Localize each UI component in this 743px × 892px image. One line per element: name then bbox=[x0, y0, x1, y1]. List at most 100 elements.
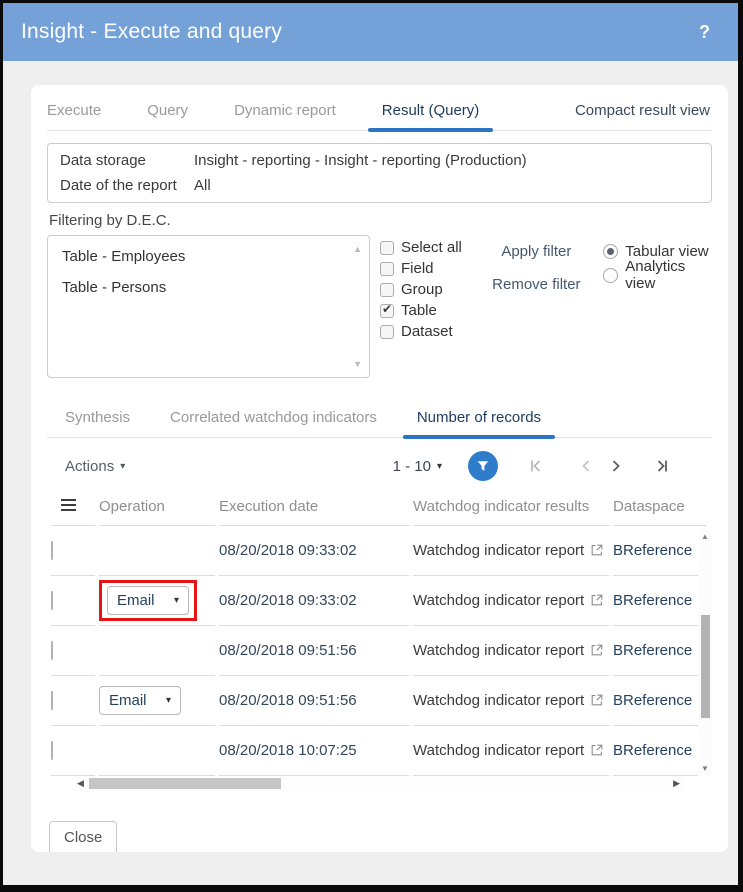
remove-filter-link[interactable]: Remove filter bbox=[491, 276, 581, 293]
checkbox-table[interactable]: Table bbox=[380, 300, 475, 321]
results-table: Operation Execution date Watchdog indica… bbox=[47, 492, 710, 776]
row-checkbox[interactable] bbox=[51, 541, 53, 560]
scroll-up-icon[interactable]: ▲ bbox=[701, 532, 709, 542]
filter-actions: Apply filter Remove filter bbox=[491, 235, 581, 378]
dec-filter-listbox[interactable]: Table - Employees Table - Persons ▲ ▼ bbox=[47, 235, 370, 378]
checkbox-dataset[interactable]: Dataset bbox=[380, 321, 475, 342]
scroll-left-icon[interactable]: ◀ bbox=[77, 778, 84, 789]
radio-selected-icon[interactable] bbox=[603, 244, 618, 259]
operation-cell bbox=[99, 726, 215, 776]
row-checkbox[interactable] bbox=[51, 691, 53, 710]
apply-filter-link[interactable]: Apply filter bbox=[491, 243, 581, 260]
page-title: Insight - Execute and query bbox=[21, 20, 282, 44]
help-icon[interactable]: ? bbox=[699, 22, 710, 43]
external-link-icon[interactable] bbox=[591, 694, 603, 706]
last-page-button[interactable] bbox=[654, 458, 670, 474]
checkbox-label: Field bbox=[401, 260, 434, 277]
watchdog-report-link[interactable]: Watchdog indicator report bbox=[413, 542, 584, 559]
filtering-section: Table - Employees Table - Persons ▲ ▼ Se… bbox=[47, 235, 712, 378]
dataspace-cell: BReference bbox=[613, 576, 706, 626]
watchdog-cell: Watchdog indicator report bbox=[413, 676, 609, 726]
scroll-down-icon[interactable]: ▼ bbox=[353, 359, 362, 369]
vertical-scrollbar[interactable]: ▲ ▼ bbox=[698, 530, 712, 777]
dataspace-cell: BReference bbox=[613, 726, 706, 776]
watchdog-report-link[interactable]: Watchdog indicator report bbox=[413, 692, 584, 709]
operation-cell: Email ▾ bbox=[99, 576, 215, 626]
operation-select[interactable]: Email ▾ bbox=[107, 586, 189, 615]
execution-date-cell: 08/20/2018 09:51:56 bbox=[219, 626, 409, 676]
column-header-execution-date[interactable]: Execution date bbox=[219, 492, 409, 526]
table-header-row: Operation Execution date Watchdog indica… bbox=[51, 492, 706, 526]
tab-correlated-watchdog-indicators[interactable]: Correlated watchdog indicators bbox=[170, 409, 377, 426]
horizontal-scrollbar-thumb[interactable] bbox=[89, 778, 281, 789]
top-tab-bar: Execute Query Dynamic report Result (Que… bbox=[47, 91, 712, 131]
checkbox-icon[interactable] bbox=[380, 262, 394, 276]
close-button[interactable]: Close bbox=[49, 821, 117, 852]
table-row: 08/20/2018 09:51:56 Watchdog indicator r… bbox=[51, 626, 706, 676]
external-link-icon[interactable] bbox=[591, 644, 603, 656]
last-page-icon bbox=[654, 458, 670, 474]
operation-select[interactable]: Email ▾ bbox=[99, 686, 181, 715]
info-row-data-storage: Data storage Insight - reporting - Insig… bbox=[60, 148, 699, 173]
watchdog-report-link[interactable]: Watchdog indicator report bbox=[413, 742, 584, 759]
tab-query[interactable]: Query bbox=[147, 102, 188, 119]
table-toolbar: Actions ▾ 1 - 10 ▾ bbox=[47, 446, 712, 486]
red-highlight-box: Email ▾ bbox=[99, 580, 197, 621]
execution-date-cell: 08/20/2018 09:33:02 bbox=[219, 526, 409, 576]
main-panel: Execute Query Dynamic report Result (Que… bbox=[31, 85, 728, 852]
operation-select-value: Email bbox=[109, 692, 147, 709]
tab-synthesis[interactable]: Synthesis bbox=[65, 409, 130, 426]
checkbox-icon[interactable] bbox=[380, 283, 394, 297]
previous-page-button[interactable] bbox=[578, 458, 594, 474]
tab-dynamic-report[interactable]: Dynamic report bbox=[234, 102, 336, 119]
checkbox-group[interactable]: Group bbox=[380, 279, 475, 300]
record-range-label: 1 - 10 bbox=[393, 458, 431, 475]
record-range-dropdown[interactable]: 1 - 10 ▾ bbox=[393, 458, 442, 475]
row-checkbox[interactable] bbox=[51, 741, 53, 760]
external-link-icon[interactable] bbox=[591, 594, 603, 606]
checkbox-checked-icon[interactable] bbox=[380, 304, 394, 318]
hamburger-menu-icon[interactable] bbox=[61, 496, 76, 514]
info-row-report-date: Date of the report All bbox=[60, 173, 699, 198]
checkbox-icon[interactable] bbox=[380, 325, 394, 339]
checkbox-select-all[interactable]: Select all bbox=[380, 237, 475, 258]
view-mode-group: Tabular view Analytics view bbox=[603, 235, 712, 378]
row-checkbox[interactable] bbox=[51, 641, 53, 660]
vertical-scrollbar-thumb[interactable] bbox=[701, 615, 710, 718]
external-link-icon[interactable] bbox=[591, 744, 603, 756]
filter-funnel-button[interactable] bbox=[468, 451, 498, 481]
watchdog-report-link[interactable]: Watchdog indicator report bbox=[413, 642, 584, 659]
tab-number-of-records[interactable]: Number of records bbox=[417, 409, 541, 426]
actions-dropdown[interactable]: Actions ▾ bbox=[65, 458, 125, 475]
column-header-watchdog[interactable]: Watchdog indicator results bbox=[413, 492, 609, 526]
compact-result-view-link[interactable]: Compact result view bbox=[575, 102, 710, 119]
radio-label: Analytics view bbox=[625, 258, 712, 292]
external-link-icon[interactable] bbox=[591, 544, 603, 556]
column-header-operation[interactable]: Operation bbox=[99, 492, 215, 526]
radio-analytics-view[interactable]: Analytics view bbox=[603, 263, 712, 287]
column-header-dataspace[interactable]: Dataspace bbox=[613, 492, 706, 526]
dialog-window: Insight - Execute and query ? Execute Qu… bbox=[0, 0, 743, 892]
radio-icon[interactable] bbox=[603, 268, 618, 283]
list-item[interactable]: Table - Persons bbox=[62, 279, 343, 296]
chevron-down-icon: ▾ bbox=[437, 461, 442, 472]
tab-execute[interactable]: Execute bbox=[47, 102, 101, 119]
checkbox-label: Group bbox=[401, 281, 443, 298]
report-date-value: All bbox=[194, 173, 211, 198]
next-page-button[interactable] bbox=[608, 458, 624, 474]
execution-date-cell: 08/20/2018 09:51:56 bbox=[219, 676, 409, 726]
list-item[interactable]: Table - Employees bbox=[62, 248, 343, 265]
column-menu-header[interactable] bbox=[51, 492, 95, 526]
first-page-button[interactable] bbox=[528, 458, 544, 474]
horizontal-scrollbar[interactable]: ◀ ▶ bbox=[75, 776, 682, 791]
tab-result-query[interactable]: Result (Query) bbox=[382, 102, 480, 119]
scroll-down-icon[interactable]: ▼ bbox=[701, 764, 709, 774]
scroll-up-icon[interactable]: ▲ bbox=[353, 244, 362, 254]
watchdog-report-link[interactable]: Watchdog indicator report bbox=[413, 592, 584, 609]
checkbox-field[interactable]: Field bbox=[380, 258, 475, 279]
checkbox-icon[interactable] bbox=[380, 241, 394, 255]
row-checkbox[interactable] bbox=[51, 591, 53, 610]
filtering-section-title: Filtering by D.E.C. bbox=[49, 212, 712, 229]
funnel-icon bbox=[476, 459, 490, 473]
scroll-right-icon[interactable]: ▶ bbox=[673, 778, 680, 789]
